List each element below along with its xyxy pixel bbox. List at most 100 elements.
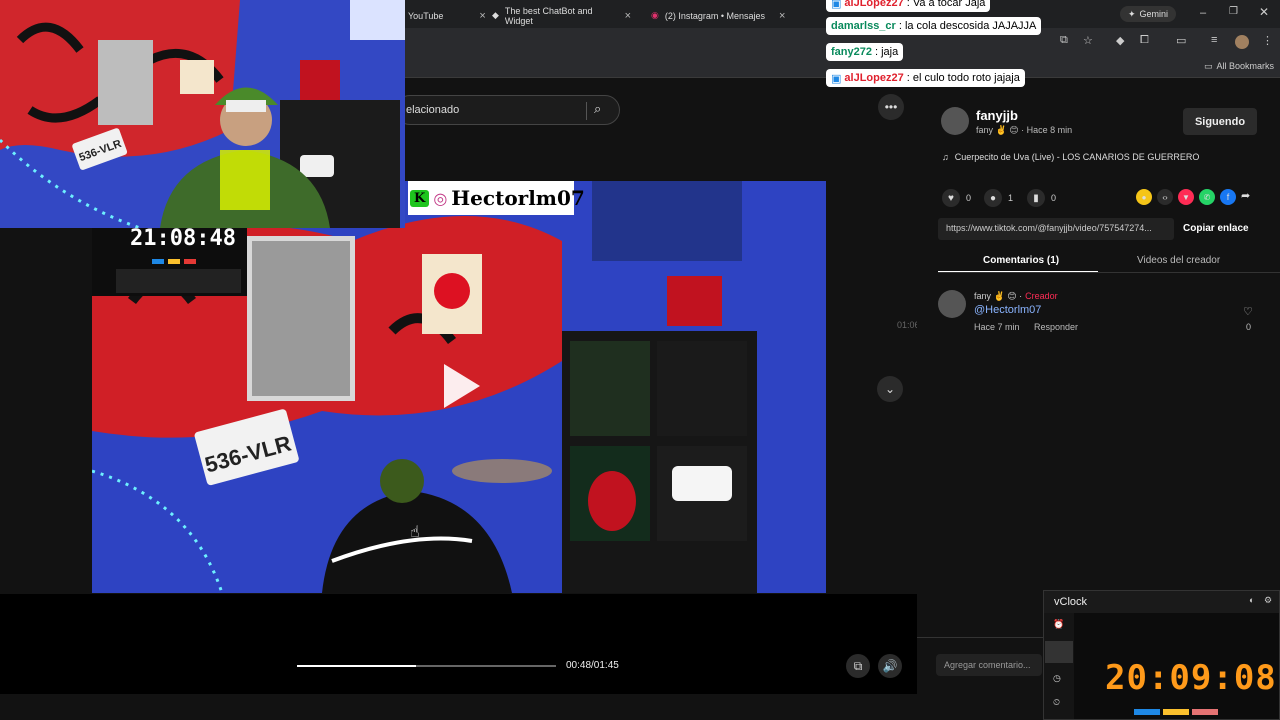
- comment-icon: ●: [984, 189, 1002, 207]
- bookmarks-label: All Bookmarks: [1216, 61, 1275, 71]
- theme-icon[interactable]: ◐: [1249, 595, 1254, 605]
- follow-button[interactable]: Siguendo: [1183, 108, 1257, 135]
- music-row[interactable]: ♫ Cuerpecito de Uva (Live) - LOS CANARIO…: [942, 152, 1199, 162]
- whatsapp-icon[interactable]: ✆: [1199, 189, 1215, 205]
- creator-display: fany ✌️ 😊 · Hace 8 min: [976, 125, 1073, 135]
- chat-text: : jaja: [874, 46, 899, 58]
- copy-link-button[interactable]: Copiar enlace: [1183, 223, 1249, 234]
- vclock-window: vClock ◐ ⚙ ⏰ ◷ ⏲: [1043, 590, 1280, 720]
- settings-icon[interactable]: ⚙: [1264, 595, 1272, 606]
- chat-message: ▣ alJLopez27: el culo todo roto jajaja: [826, 69, 1025, 87]
- vclock-color-swatches: [1134, 709, 1218, 715]
- send-icon[interactable]: ▼: [1178, 189, 1194, 205]
- vclock-titlebar: vClock ◐ ⚙: [1044, 591, 1279, 613]
- play-icon[interactable]: [444, 364, 480, 408]
- cast-icon[interactable]: ⧉: [1060, 34, 1068, 47]
- coin-icon[interactable]: ●: [1136, 189, 1152, 205]
- add-comment-input[interactable]: Agregar comentario...: [936, 654, 1042, 676]
- close-icon[interactable]: ×: [625, 10, 631, 22]
- kick-icon: K: [410, 189, 430, 207]
- close-window-icon[interactable]: ✕: [1259, 5, 1269, 19]
- volume-button[interactable]: 🔊: [878, 654, 902, 678]
- chat-username: fany272: [831, 46, 872, 58]
- comment-text[interactable]: @Hectorlm07: [974, 304, 1041, 316]
- comment-time: Hace 7 min: [974, 322, 1020, 332]
- chat-message: damarlss_cr: la cola descosida JAJAJJA: [826, 17, 1042, 35]
- chat-username: alJLopez27: [844, 0, 904, 9]
- chat-username: damarlss_cr: [831, 20, 896, 32]
- pip-icon: ⧉: [853, 658, 863, 673]
- chat-text: : la cola descosida JAJAJJA: [898, 20, 1037, 32]
- all-bookmarks[interactable]: ▭ All Bookmarks: [1204, 61, 1274, 72]
- search-icon[interactable]: ⌕: [594, 101, 601, 117]
- music-note-icon: ♫: [942, 152, 949, 162]
- more-options-button[interactable]: •••: [878, 94, 904, 120]
- chat-message: ▣ alJLopez27: Va a tocar Jaja: [826, 0, 991, 12]
- instagram-icon: ◉: [651, 10, 659, 20]
- tab-chatbot[interactable]: ◆ The best ChatBot and Widget ×: [484, 3, 639, 28]
- instagram-icon: ◎: [433, 188, 448, 208]
- music-title: Cuerpecito de Uva (Live) - LOS CANARIOS …: [954, 152, 1200, 162]
- embed-icon[interactable]: ‹›: [1157, 189, 1173, 205]
- comment-avatar[interactable]: [938, 290, 966, 318]
- time-display: 00:48/01:45: [566, 660, 619, 671]
- pip-button[interactable]: ⧉: [846, 654, 870, 678]
- comment-like-count: 0: [1246, 322, 1252, 332]
- comment-count: 1: [1008, 193, 1014, 203]
- tab-label: The best ChatBot and Widget: [504, 5, 593, 26]
- bookmark-icon: ▮: [1027, 189, 1045, 207]
- timer-icon[interactable]: ⏲: [1053, 697, 1060, 708]
- stream-timer-text: 21:08:48: [130, 226, 236, 251]
- profile-avatar[interactable]: [1235, 35, 1249, 49]
- tab-creator-videos[interactable]: Videos del creador: [1137, 255, 1220, 266]
- chat-text: : Va a tocar Jaja: [906, 0, 986, 9]
- clock-tab-active[interactable]: [1045, 641, 1073, 663]
- extension-icon[interactable]: ◆: [1116, 34, 1124, 47]
- swatch-red[interactable]: [1192, 709, 1218, 715]
- comment-stat[interactable]: ● 1: [984, 189, 1013, 207]
- tab-comments[interactable]: Comentarios (1): [983, 255, 1059, 266]
- webcam-image: 536-VLR: [0, 0, 405, 228]
- reply-button[interactable]: Responder: [1034, 322, 1078, 332]
- tabs-divider: [938, 272, 1280, 273]
- save-count: 0: [1051, 193, 1057, 203]
- mouse-cursor-icon: ☝: [410, 524, 420, 541]
- tab-label: (2) Instagram • Mensajes: [664, 10, 766, 21]
- puzzle-icon[interactable]: ⧠: [1140, 34, 1149, 47]
- search-input[interactable]: elacionado ⌕: [395, 95, 620, 125]
- tab-youtube[interactable]: YouTube ×: [400, 3, 486, 28]
- video-url-field[interactable]: https://www.tiktok.com/@fanyjjb/video/75…: [938, 218, 1174, 240]
- facebook-icon[interactable]: f: [1220, 189, 1236, 205]
- comment-author-row: fany ✌️ 😊 · Creador: [974, 291, 1058, 302]
- swatch-blue[interactable]: [1134, 709, 1160, 715]
- stopwatch-icon[interactable]: ◷: [1053, 673, 1061, 684]
- chevron-down-icon: ⌄: [884, 382, 896, 396]
- star-icon[interactable]: ☆: [1083, 34, 1093, 47]
- instagram-handle: Hectorlm07: [451, 186, 585, 210]
- stream-timer: 21:08:48: [130, 226, 236, 251]
- swatch-yellow[interactable]: [1163, 709, 1189, 715]
- alarm-icon[interactable]: ⏰: [1053, 619, 1064, 630]
- save-stat[interactable]: ▮ 0: [1027, 189, 1056, 207]
- folder-icon: ▭: [1204, 61, 1213, 71]
- vclock-title: vClock: [1054, 596, 1088, 608]
- gemini-button[interactable]: ✦ Gemini: [1120, 6, 1177, 22]
- creator-username[interactable]: fanyjjb: [976, 108, 1018, 123]
- close-icon[interactable]: ×: [779, 10, 785, 22]
- chat-username: alJLopez27: [844, 72, 904, 84]
- tab-instagram[interactable]: ◉ (2) Instagram • Mensajes ×: [643, 3, 798, 28]
- comment-like-icon[interactable]: ♡: [1243, 305, 1253, 318]
- minimize-icon[interactable]: –: [1200, 7, 1206, 19]
- creator-avatar[interactable]: [941, 107, 969, 135]
- share-icon[interactable]: ➦: [1241, 189, 1250, 205]
- video-url: https://www.tiktok.com/@fanyjjb/video/75…: [946, 223, 1152, 233]
- media-icon[interactable]: ≡: [1211, 34, 1217, 46]
- vclock-time: 20:09:08: [1105, 658, 1277, 698]
- sidebar-icon[interactable]: ▭: [1176, 34, 1186, 47]
- next-video-button[interactable]: ⌄: [877, 376, 903, 402]
- menu-dots-icon[interactable]: ⋮: [1262, 34, 1273, 47]
- comment-author[interactable]: fany ✌️ 😊 ·: [974, 291, 1022, 302]
- search-text: elacionado: [406, 104, 460, 116]
- like-stat[interactable]: ♥ 0: [942, 189, 971, 207]
- maximize-icon[interactable]: ❐: [1229, 6, 1238, 17]
